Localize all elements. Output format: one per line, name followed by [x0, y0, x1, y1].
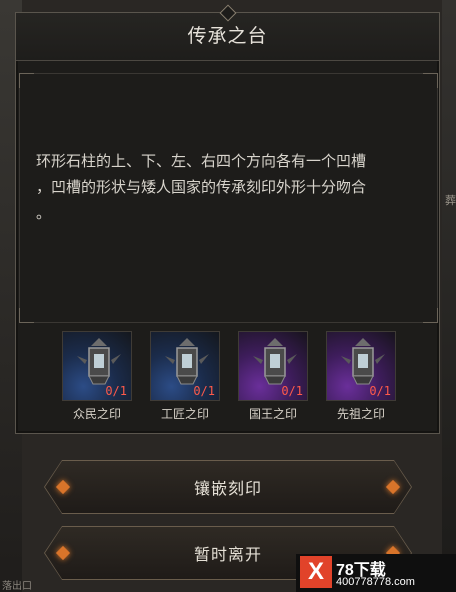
dialog-header: 传承之台: [16, 4, 439, 61]
watermark-url: 400778778.com: [336, 576, 415, 588]
seal-slot-craftsman[interactable]: 0/1 工匠之印: [150, 331, 222, 425]
seal-name: 国王之印: [248, 407, 297, 421]
frame-corner-ornament: [423, 73, 438, 88]
seal-slot-box[interactable]: 0/1: [62, 331, 132, 401]
inlay-seal-button[interactable]: 镶嵌刻印: [44, 460, 412, 514]
background-sign-text: 葬: [445, 194, 456, 207]
frame-corner-ornament: [423, 308, 438, 323]
seal-slot-box[interactable]: 0/1: [238, 331, 308, 401]
dialog-description: 环形石柱的上、下、左、右四个方向各有一个凹槽 ，凹槽的形状与矮人国家的传承刻印外…: [36, 148, 416, 226]
seal-slot-people[interactable]: 0/1 众民之印: [62, 331, 134, 425]
seal-count: 0/1: [105, 384, 127, 398]
seal-count: 0/1: [369, 384, 391, 398]
seal-slot-box[interactable]: 0/1: [150, 331, 220, 401]
description-line: 环形石柱的上、下、左、右四个方向各有一个凹槽: [36, 152, 367, 170]
seal-name: 工匠之印: [160, 407, 209, 421]
seal-count: 0/1: [281, 384, 303, 398]
site-watermark: X 78下载 400778778.com: [296, 554, 456, 592]
seal-slots: 0/1 众民之印 0/1 工匠之印 0/1 国王之印 0/1 先祖之印: [62, 331, 402, 427]
seal-slot-king[interactable]: 0/1 国王之印: [238, 331, 310, 425]
seal-count: 0/1: [193, 384, 215, 398]
frame-corner-ornament: [19, 308, 34, 323]
seal-name: 众民之印: [72, 407, 121, 421]
dialog-title: 传承之台: [187, 25, 268, 47]
description-line: 。: [36, 204, 52, 222]
frame-corner-ornament: [19, 73, 34, 88]
description-line: ，凹槽的形状与矮人国家的传承刻印外形十分吻合: [36, 178, 367, 196]
inheritance-altar-dialog: 传承之台 环形石柱的上、下、左、右四个方向各有一个凹槽 ，凹槽的形状与矮人国家的…: [15, 4, 440, 434]
background-exit-text: 落出口: [2, 581, 32, 592]
seal-slot-ancestor[interactable]: 0/1 先祖之印: [326, 331, 398, 425]
seal-name: 先祖之印: [336, 407, 385, 421]
background-right-wall: [442, 0, 456, 592]
seal-slot-box[interactable]: 0/1: [326, 331, 396, 401]
inlay-seal-label: 镶嵌刻印: [193, 479, 262, 498]
watermark-logo-icon: X: [300, 556, 332, 588]
